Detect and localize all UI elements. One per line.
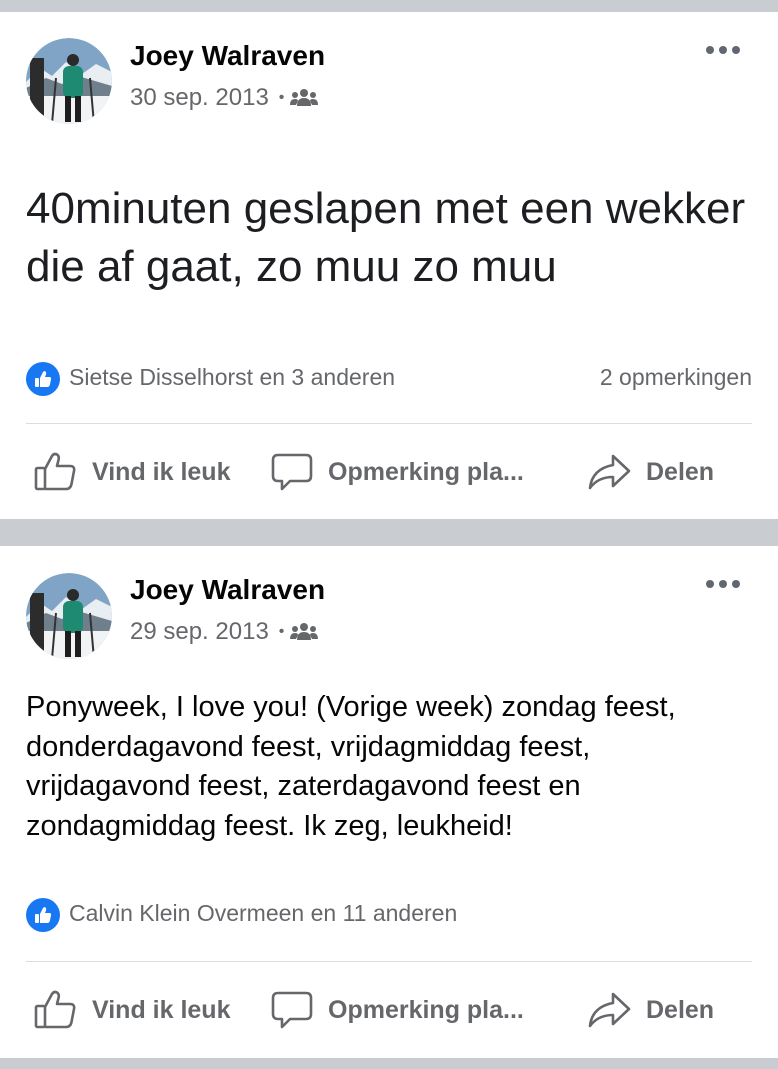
like-button[interactable]: Vind ik leuk bbox=[34, 442, 230, 502]
avatar[interactable] bbox=[26, 38, 112, 124]
reactors-text[interactable]: Calvin Klein Overmeen en 11 anderen bbox=[69, 900, 457, 927]
share-button[interactable]: Delen bbox=[586, 980, 714, 1040]
share-label: Delen bbox=[646, 995, 715, 1024]
divider bbox=[26, 423, 752, 424]
like-label: Vind ik leuk bbox=[92, 457, 231, 486]
action-bar: Vind ik leuk Opmerking pla... Delen bbox=[0, 442, 778, 502]
comment-label: Opmerking pla... bbox=[328, 995, 524, 1024]
friends-group-icon bbox=[290, 87, 319, 109]
post-header: Joey Walraven 29 sep. 2013 • bbox=[0, 546, 778, 666]
post-card: Joey Walraven 30 sep. 2013 • 40minuten g… bbox=[0, 12, 778, 519]
like-reaction-icon bbox=[26, 898, 60, 932]
post-text: Ponyweek, I love you! (Vorige week) zond… bbox=[26, 691, 676, 842]
share-arrow-icon bbox=[586, 452, 632, 492]
post-header: Joey Walraven 30 sep. 2013 • bbox=[0, 12, 778, 132]
post-date[interactable]: 30 sep. 2013 bbox=[130, 84, 269, 112]
action-bar: Vind ik leuk Opmerking pla... Delen bbox=[0, 980, 778, 1040]
comment-bubble-icon bbox=[270, 990, 314, 1030]
comments-count[interactable]: 2 opmerkingen bbox=[600, 364, 752, 391]
thumbs-up-icon bbox=[34, 990, 78, 1030]
avatar[interactable] bbox=[26, 573, 112, 659]
meta-separator: • bbox=[278, 623, 285, 640]
more-dots-icon[interactable] bbox=[706, 580, 740, 588]
reaction-summary[interactable]: Sietse Disselhorst en 3 anderen 2 opmerk… bbox=[26, 362, 752, 396]
author-name[interactable]: Joey Walraven bbox=[130, 574, 325, 606]
share-label: Delen bbox=[646, 457, 715, 486]
comment-button[interactable]: Opmerking pla... bbox=[270, 442, 524, 502]
share-button[interactable]: Delen bbox=[586, 442, 714, 502]
thumbs-up-icon bbox=[34, 452, 78, 492]
divider bbox=[26, 961, 752, 962]
post-meta: 29 sep. 2013 • bbox=[130, 618, 319, 646]
news-feed: Joey Walraven 30 sep. 2013 • 40minuten g… bbox=[0, 0, 778, 1069]
reaction-summary[interactable]: Calvin Klein Overmeen en 11 anderen bbox=[26, 898, 752, 932]
comment-button[interactable]: Opmerking pla... bbox=[270, 980, 524, 1040]
post-meta: 30 sep. 2013 • bbox=[130, 84, 319, 112]
post-text: 40minuten geslapen met een wekker die af… bbox=[26, 184, 746, 291]
post-card: Joey Walraven 29 sep. 2013 • Ponyweek, I… bbox=[0, 546, 778, 1058]
more-dots-icon[interactable] bbox=[706, 46, 740, 54]
comment-label: Opmerking pla... bbox=[328, 457, 524, 486]
like-button[interactable]: Vind ik leuk bbox=[34, 980, 230, 1040]
comment-bubble-icon bbox=[270, 452, 314, 492]
post-date[interactable]: 29 sep. 2013 bbox=[130, 618, 269, 646]
meta-separator: • bbox=[278, 89, 285, 106]
like-reaction-icon bbox=[26, 362, 60, 396]
friends-group-icon bbox=[290, 621, 319, 643]
like-label: Vind ik leuk bbox=[92, 995, 231, 1024]
share-arrow-icon bbox=[586, 990, 632, 1030]
author-name[interactable]: Joey Walraven bbox=[130, 40, 325, 72]
reactors-text[interactable]: Sietse Disselhorst en 3 anderen bbox=[69, 364, 395, 391]
